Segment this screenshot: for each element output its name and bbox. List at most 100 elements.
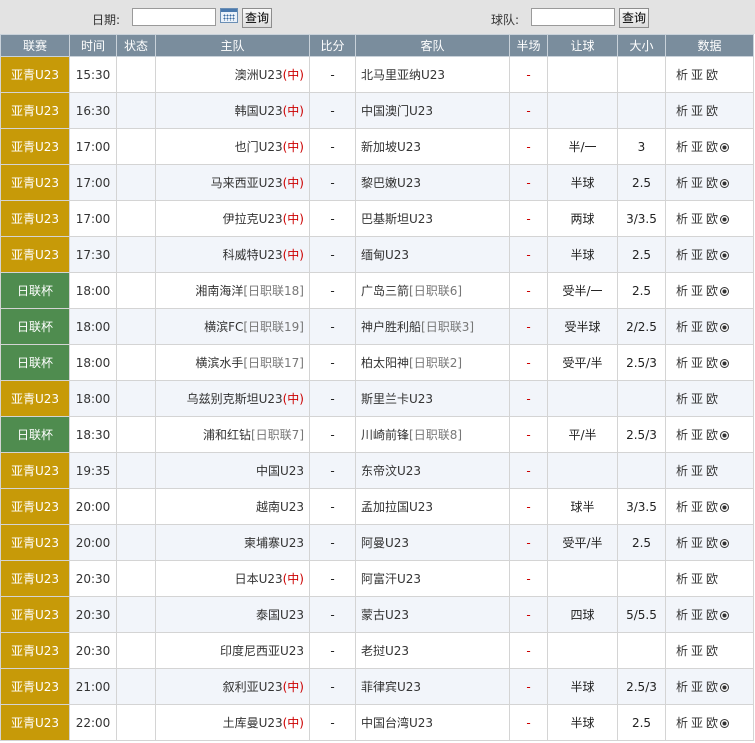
overunder-cell[interactable]: 2.5/3 — [617, 344, 666, 381]
away-team-name[interactable]: 北马里亚纳U23 — [361, 68, 445, 82]
euro-odds-link[interactable]: 欧 — [706, 140, 718, 154]
handicap-cell[interactable]: 半球 — [547, 704, 618, 741]
home-team-cell[interactable]: 横滨水手[日职联17] — [155, 344, 310, 381]
asian-odds-link[interactable]: 亚 — [691, 644, 703, 658]
football-icon[interactable] — [720, 179, 730, 188]
asian-odds-link[interactable]: 亚 — [691, 464, 703, 478]
euro-odds-link[interactable]: 欧 — [706, 500, 718, 514]
asian-odds-link[interactable]: 亚 — [691, 608, 703, 622]
football-icon[interactable] — [720, 683, 730, 692]
away-team-name[interactable]: 阿曼U23 — [361, 536, 409, 550]
euro-odds-link[interactable]: 欧 — [706, 680, 718, 694]
away-team-name[interactable]: 孟加拉国U23 — [361, 500, 433, 514]
away-team-name[interactable]: 柏太阳神 — [361, 356, 409, 370]
asian-odds-link[interactable]: 亚 — [691, 500, 703, 514]
handicap-cell[interactable]: 受半球 — [547, 308, 618, 345]
away-team-name[interactable]: 广岛三箭 — [361, 284, 409, 298]
asian-odds-link[interactable]: 亚 — [691, 716, 703, 730]
away-team-cell[interactable]: 川崎前锋[日职联8] — [355, 416, 510, 453]
away-team-name[interactable]: 巴基斯坦U23 — [361, 212, 433, 226]
overunder-cell[interactable]: 3/3.5 — [617, 488, 666, 525]
analysis-link[interactable]: 析 — [676, 680, 688, 694]
home-team-name[interactable]: 印度尼西亚U23 — [220, 644, 304, 658]
home-team-cell[interactable]: 湘南海洋[日职联18] — [155, 272, 310, 309]
league-cell[interactable]: 亚青U23 — [0, 236, 70, 273]
overunder-cell[interactable] — [617, 56, 666, 93]
football-icon[interactable] — [720, 719, 730, 728]
away-team-cell[interactable]: 北马里亚纳U23 — [355, 56, 510, 93]
score-cell[interactable]: - — [309, 452, 356, 489]
euro-odds-link[interactable]: 欧 — [706, 104, 718, 118]
football-icon[interactable] — [720, 287, 730, 296]
football-icon[interactable] — [720, 359, 730, 368]
score-cell[interactable]: - — [309, 704, 356, 741]
euro-odds-link[interactable]: 欧 — [706, 392, 718, 406]
away-team-name[interactable]: 老挝U23 — [361, 644, 409, 658]
analysis-link[interactable]: 析 — [676, 248, 688, 262]
analysis-link[interactable]: 析 — [676, 608, 688, 622]
analysis-link[interactable]: 析 — [676, 176, 688, 190]
league-cell[interactable]: 亚青U23 — [0, 128, 70, 165]
handicap-cell[interactable] — [547, 92, 618, 129]
overunder-cell[interactable]: 2.5 — [617, 524, 666, 561]
euro-odds-link[interactable]: 欧 — [706, 248, 718, 262]
overunder-cell[interactable] — [617, 560, 666, 597]
asian-odds-link[interactable]: 亚 — [691, 680, 703, 694]
league-cell[interactable]: 亚青U23 — [0, 560, 70, 597]
asian-odds-link[interactable]: 亚 — [691, 212, 703, 226]
away-team-cell[interactable]: 中国台湾U23 — [355, 704, 510, 741]
away-team-cell[interactable]: 新加坡U23 — [355, 128, 510, 165]
home-team-cell[interactable]: 马来西亚U23(中) — [155, 164, 310, 201]
league-cell[interactable]: 亚青U23 — [0, 380, 70, 417]
euro-odds-link[interactable]: 欧 — [706, 68, 718, 82]
score-cell[interactable]: - — [309, 524, 356, 561]
football-icon[interactable] — [720, 143, 730, 152]
home-team-name[interactable]: 横滨水手 — [195, 356, 243, 370]
score-cell[interactable]: - — [309, 164, 356, 201]
handicap-cell[interactable] — [547, 560, 618, 597]
home-team-cell[interactable]: 横滨FC[日职联19] — [155, 308, 310, 345]
asian-odds-link[interactable]: 亚 — [691, 320, 703, 334]
euro-odds-link[interactable]: 欧 — [706, 320, 718, 334]
away-team-cell[interactable]: 缅甸U23 — [355, 236, 510, 273]
away-team-cell[interactable]: 黎巴嫩U23 — [355, 164, 510, 201]
home-team-cell[interactable]: 土库曼U23(中) — [155, 704, 310, 741]
score-cell[interactable]: - — [309, 596, 356, 633]
league-cell[interactable]: 日联杯 — [0, 308, 70, 345]
handicap-cell[interactable]: 半球 — [547, 668, 618, 705]
home-team-name[interactable]: 湘南海洋 — [195, 284, 243, 298]
handicap-cell[interactable] — [547, 56, 618, 93]
home-team-name[interactable]: 泰国U23 — [256, 608, 304, 622]
handicap-cell[interactable] — [547, 380, 618, 417]
asian-odds-link[interactable]: 亚 — [691, 428, 703, 442]
home-team-name[interactable]: 日本U23 — [235, 572, 283, 586]
asian-odds-link[interactable]: 亚 — [691, 248, 703, 262]
away-team-cell[interactable]: 广岛三箭[日职联6] — [355, 272, 510, 309]
analysis-link[interactable]: 析 — [676, 68, 688, 82]
home-team-cell[interactable]: 越南U23 — [155, 488, 310, 525]
away-team-name[interactable]: 蒙古U23 — [361, 608, 409, 622]
handicap-cell[interactable]: 球半 — [547, 488, 618, 525]
away-team-name[interactable]: 中国台湾U23 — [361, 716, 433, 730]
league-cell[interactable]: 亚青U23 — [0, 704, 70, 741]
handicap-cell[interactable]: 四球 — [547, 596, 618, 633]
football-icon[interactable] — [720, 251, 730, 260]
asian-odds-link[interactable]: 亚 — [691, 176, 703, 190]
league-cell[interactable]: 亚青U23 — [0, 668, 70, 705]
league-cell[interactable]: 亚青U23 — [0, 200, 70, 237]
overunder-cell[interactable]: 2.5 — [617, 272, 666, 309]
football-icon[interactable] — [720, 539, 730, 548]
handicap-cell[interactable] — [547, 632, 618, 669]
analysis-link[interactable]: 析 — [676, 104, 688, 118]
date-input[interactable] — [132, 8, 216, 26]
overunder-cell[interactable]: 2.5 — [617, 704, 666, 741]
asian-odds-link[interactable]: 亚 — [691, 572, 703, 586]
score-cell[interactable]: - — [309, 668, 356, 705]
away-team-name[interactable]: 新加坡U23 — [361, 140, 421, 154]
date-query-button[interactable]: 查询 — [242, 8, 273, 28]
home-team-name[interactable]: 中国U23 — [256, 464, 304, 478]
home-team-name[interactable]: 也门U23 — [235, 140, 283, 154]
analysis-link[interactable]: 析 — [676, 320, 688, 334]
score-cell[interactable]: - — [309, 200, 356, 237]
league-cell[interactable]: 亚青U23 — [0, 56, 70, 93]
